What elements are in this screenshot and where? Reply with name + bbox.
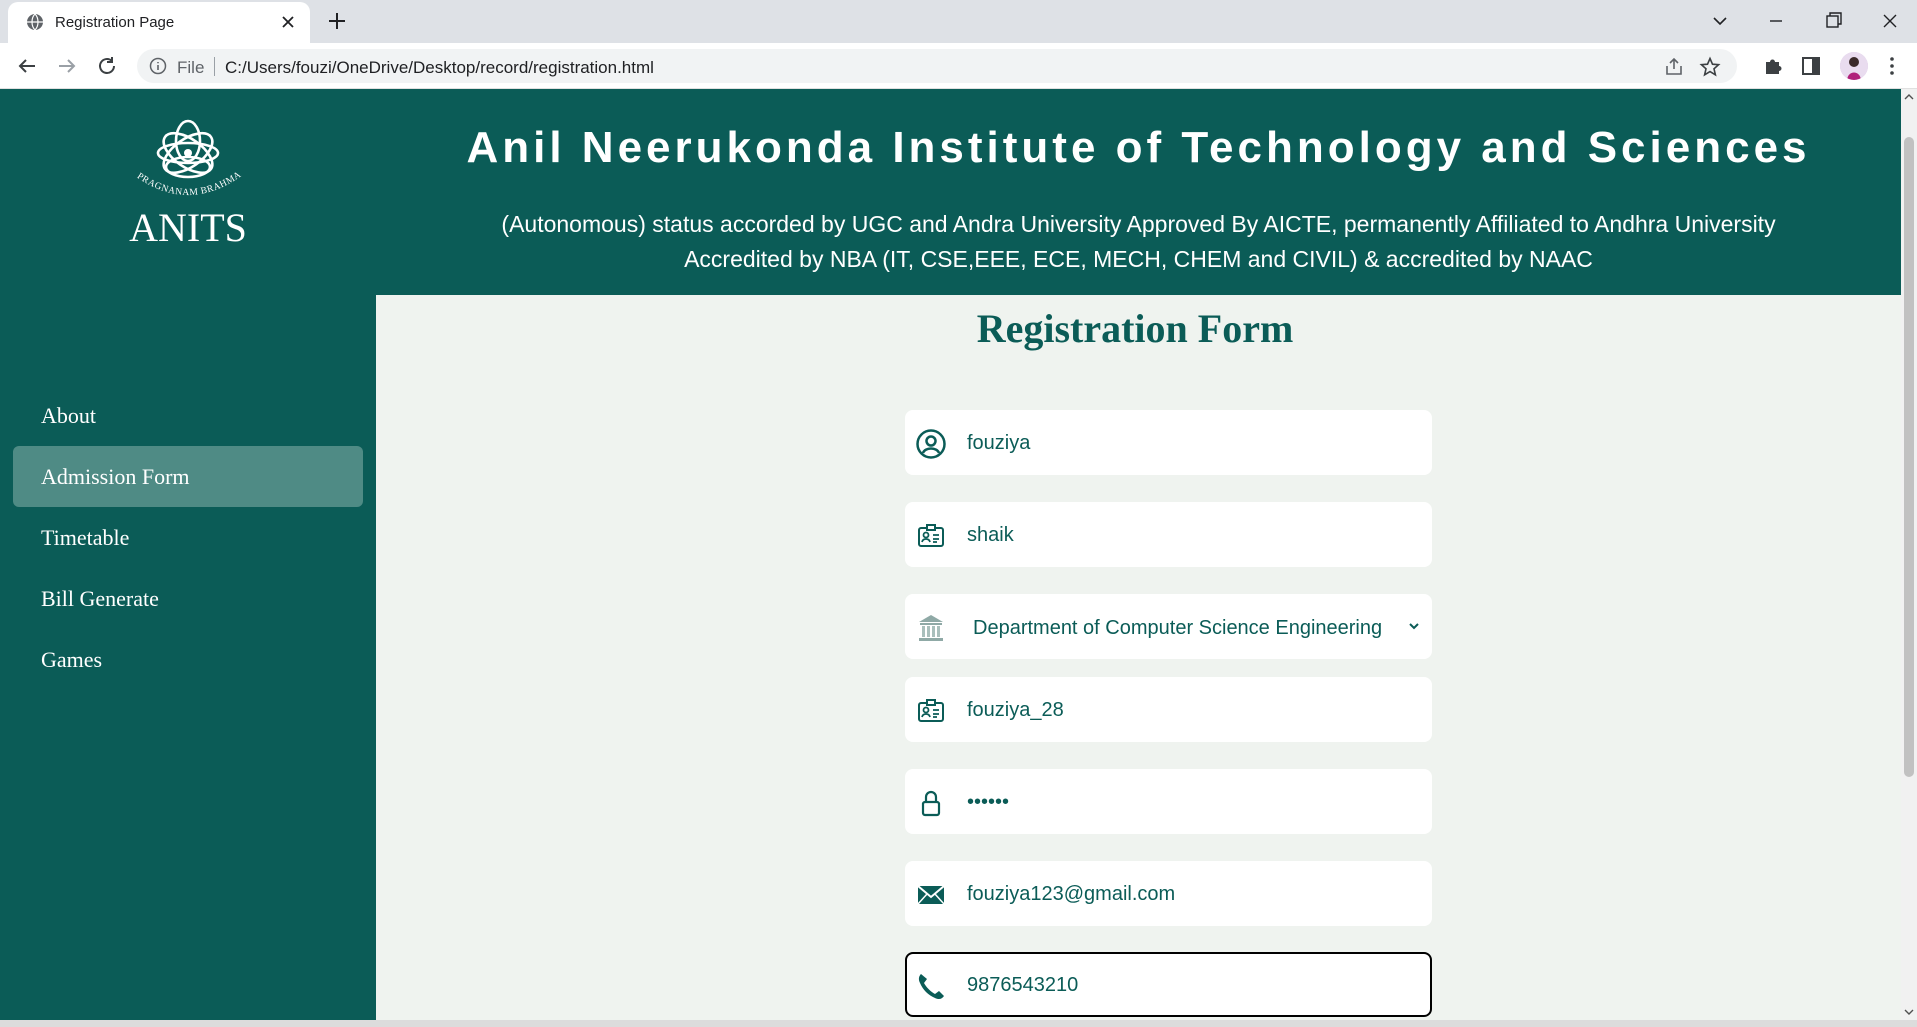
phone-icon — [918, 974, 944, 1000]
sidebar-item-label: Bill Generate — [41, 586, 159, 611]
scroll-up-icon[interactable] — [1904, 92, 1914, 102]
side-panel-icon[interactable] — [1799, 54, 1823, 78]
department-building-icon — [919, 615, 943, 641]
sidebar-item-about[interactable]: About — [13, 385, 363, 446]
tab-title: Registration Page — [55, 14, 175, 31]
page-viewport: PRAGNANAM BRAHMA ANITS Anil Neerukonda I… — [0, 89, 1901, 1020]
sidebar-item-label: Timetable — [41, 525, 130, 550]
extensions-icon[interactable] — [1761, 54, 1785, 78]
scroll-down-icon[interactable] — [1904, 1007, 1914, 1017]
department-selected-value: Department of Computer Science Engineeri… — [973, 617, 1383, 639]
tab-search-icon[interactable] — [1703, 6, 1737, 36]
sidebar-item-admission-form[interactable]: Admission Form — [13, 446, 363, 507]
sidebar-item-label: Games — [41, 647, 103, 672]
url-scheme-label: File — [177, 58, 205, 77]
menu-kebab-icon[interactable] — [1880, 54, 1904, 78]
close-icon[interactable] — [278, 12, 298, 32]
profile-picture-icon — [1840, 52, 1868, 80]
phone-value: 9876543210 — [967, 974, 1079, 996]
page-scrollbar[interactable] — [1901, 89, 1917, 1020]
browser-tab[interactable]: Registration Page — [8, 2, 310, 43]
new-tab-icon[interactable] — [325, 9, 349, 33]
scrollbar-thumb[interactable] — [1904, 137, 1914, 777]
email-field[interactable]: fouziya123@gmail.com — [905, 861, 1432, 926]
chevron-down-icon[interactable] — [1407, 619, 1421, 633]
url-text[interactable]: C:/Users/fouzi/OneDrive/Desktop/record/r… — [225, 58, 654, 78]
id-badge-icon — [918, 699, 944, 722]
sidebar-item-timetable[interactable]: Timetable — [13, 507, 363, 568]
email-value: fouziya123@gmail.com — [967, 883, 1176, 905]
username-value: fouziya_28 — [967, 699, 1064, 721]
bottom-edge — [0, 1020, 1917, 1027]
info-icon[interactable] — [149, 57, 167, 75]
id-card-icon — [918, 524, 944, 547]
envelope-icon — [917, 885, 945, 905]
window-close-icon[interactable] — [1873, 6, 1907, 36]
sidebar-item-label: About — [41, 403, 96, 428]
forward-icon[interactable] — [53, 52, 81, 80]
globe-icon — [27, 13, 43, 31]
reload-icon[interactable] — [93, 52, 121, 80]
browser-tab-strip: Registration Page — [0, 0, 1917, 43]
minimize-icon[interactable] — [1759, 6, 1793, 36]
last-name-field[interactable]: shaik — [905, 502, 1432, 567]
institute-subtitle-line2: Accredited by NBA (IT, CSE,EEE, ECE, MEC… — [684, 246, 1593, 272]
back-icon[interactable] — [13, 52, 41, 80]
institute-title: Anil Neerukonda Institute of Technology … — [466, 123, 1811, 172]
sidebar: About Admission Form Timetable Bill Gene… — [0, 295, 376, 1020]
user-circle-icon — [916, 429, 946, 459]
department-select[interactable]: Department of Computer Science Engineeri… — [905, 594, 1432, 659]
address-bar[interactable]: File C:/Users/fouzi/OneDrive/Desktop/rec… — [137, 49, 1737, 83]
username-field[interactable]: fouziya_28 — [905, 677, 1432, 742]
logo-motto: PRAGNANAM BRAHMA — [135, 170, 244, 198]
share-icon[interactable] — [1663, 56, 1685, 78]
profile-avatar[interactable] — [1840, 52, 1868, 80]
url-separator — [214, 57, 215, 76]
site-header: PRAGNANAM BRAHMA ANITS Anil Neerukonda I… — [0, 89, 1901, 295]
sidebar-item-games[interactable]: Games — [13, 629, 363, 690]
browser-toolbar: File C:/Users/fouzi/OneDrive/Desktop/rec… — [0, 43, 1917, 89]
first-name-field[interactable]: fouziya — [905, 410, 1432, 475]
form-title: Registration Form — [976, 306, 1294, 351]
password-field[interactable]: •••••• — [905, 769, 1432, 834]
phone-field[interactable]: 9876543210 — [905, 952, 1432, 1017]
institute-subtitle-line1: (Autonomous) status accorded by UGC and … — [501, 211, 1776, 237]
bookmark-star-icon[interactable] — [1699, 56, 1721, 78]
sidebar-item-label: Admission Form — [41, 464, 190, 489]
lock-icon — [921, 790, 941, 817]
first-name-value: fouziya — [967, 432, 1031, 454]
password-value: •••••• — [967, 791, 1010, 813]
restore-icon[interactable] — [1816, 6, 1850, 36]
logo-text: ANITS — [129, 205, 247, 250]
sidebar-item-bill-generate[interactable]: Bill Generate — [13, 568, 363, 629]
anits-logo: PRAGNANAM BRAHMA ANITS — [129, 119, 247, 250]
last-name-value: shaik — [967, 524, 1014, 546]
